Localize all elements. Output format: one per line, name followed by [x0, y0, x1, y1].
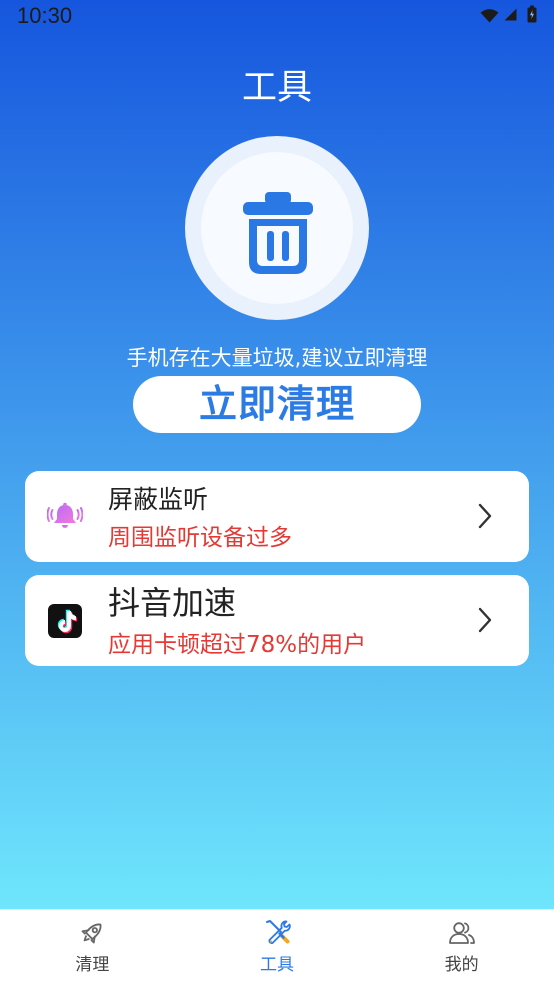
tool-subtitle: 周围监听设备过多 — [108, 525, 292, 551]
wifi-icon — [480, 9, 499, 23]
page-title: 工具 — [241, 68, 312, 108]
nav-label: 清理 — [75, 955, 110, 975]
tiktok-icon — [48, 604, 82, 638]
trash-circle-inner — [201, 152, 353, 304]
status-bar: 10:30 — [0, 0, 554, 32]
battery-icon — [527, 5, 537, 23]
clean-now-button[interactable]: 立即清理 — [133, 376, 421, 433]
signal-icon — [504, 8, 517, 21]
tools-icon — [266, 920, 291, 944]
tool-subtitle: 应用卡顿超过78%的用户 — [108, 632, 367, 658]
chevron-right-icon — [478, 503, 492, 529]
bottom-nav: 清理 工具 我的 — [0, 909, 554, 984]
nav-item-clean[interactable]: 清理 — [0, 910, 185, 984]
nav-label: 我的 — [444, 955, 479, 975]
tool-title: 抖音加速 — [108, 584, 237, 622]
junk-warning-text: 手机存在大量垃圾,建议立即清理 — [126, 346, 428, 370]
user-group-icon — [448, 922, 475, 944]
trash-icon — [243, 192, 313, 274]
status-time: 10:30 — [17, 3, 73, 28]
nav-item-tools[interactable]: 工具 — [185, 910, 370, 984]
tool-card-douyin-boost[interactable]: 抖音加速 应用卡顿超过78%的用户 — [25, 575, 529, 666]
tool-title: 屏蔽监听 — [108, 485, 209, 514]
bell-icon — [47, 502, 83, 528]
chevron-right-icon — [478, 607, 492, 633]
tool-card-block-listening[interactable]: 屏蔽监听 周围监听设备过多 — [25, 471, 529, 562]
nav-label: 工具 — [260, 955, 294, 975]
rocket-icon — [81, 923, 102, 944]
nav-item-mine[interactable]: 我的 — [369, 910, 554, 984]
trash-circle[interactable] — [185, 136, 369, 320]
